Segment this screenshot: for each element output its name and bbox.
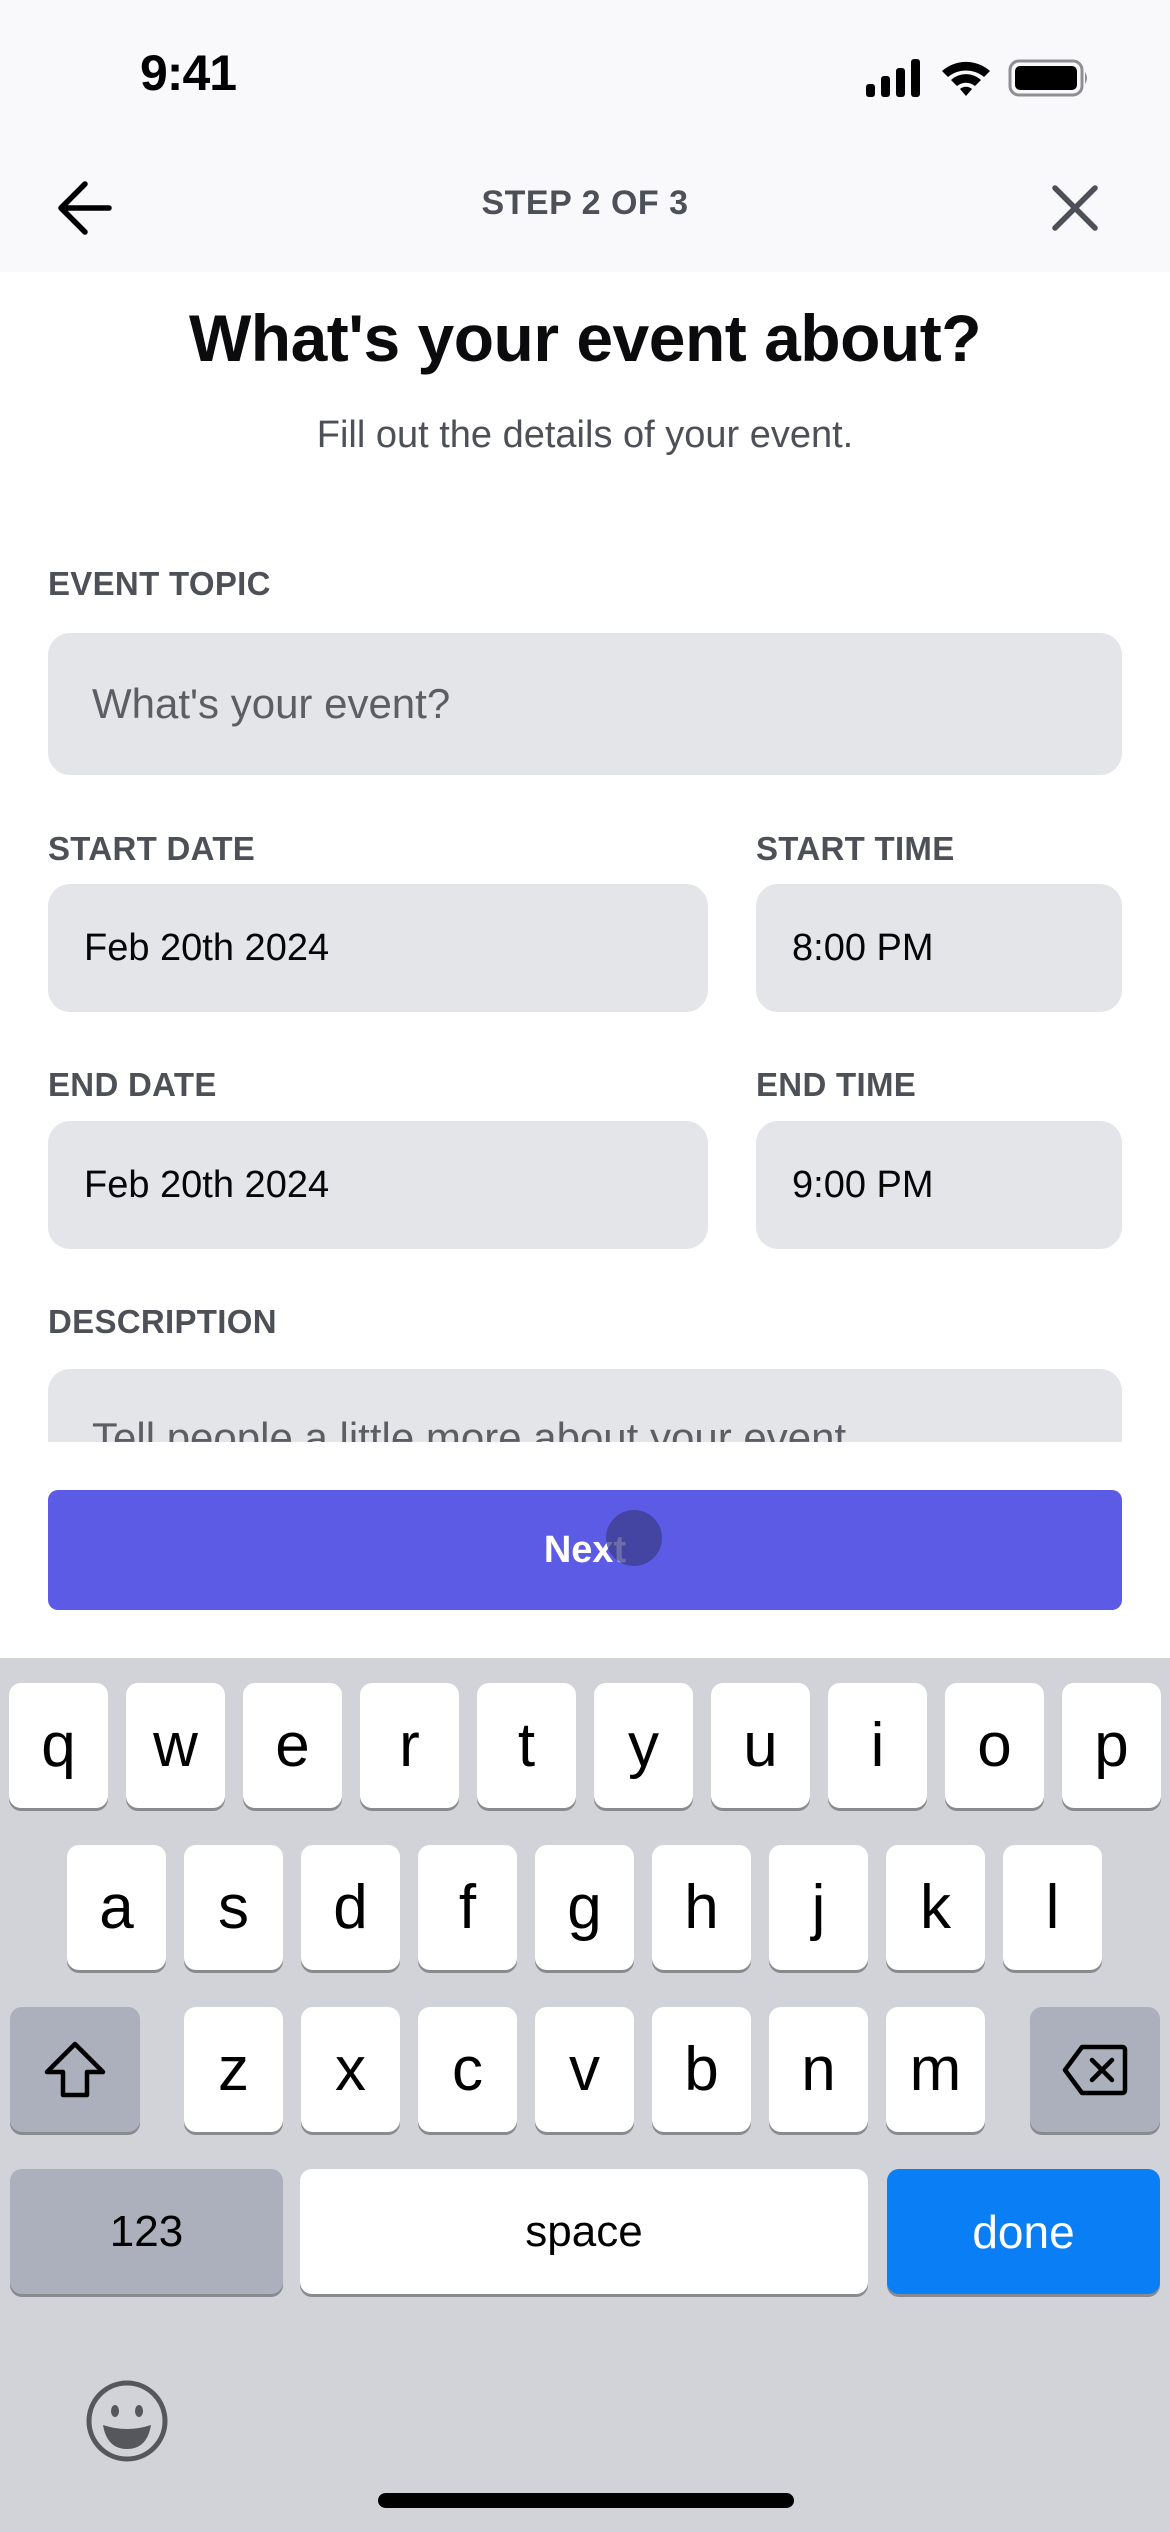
key-i[interactable]: i [828,1683,927,1808]
key-g[interactable]: g [535,1845,634,1970]
key-c[interactable]: c [418,2007,517,2132]
key-l[interactable]: l [1003,1845,1102,1970]
page-subtitle: Fill out the details of your event. [316,414,854,456]
event-topic-input[interactable]: What's your event? [48,633,1122,775]
key-j[interactable]: j [769,1845,868,1970]
page-title: What's your event about? [188,301,982,375]
event-topic-label: EVENT TOPIC [48,565,271,602]
key-k[interactable]: k [886,1845,985,1970]
key-n[interactable]: n [769,2007,868,2132]
delete-key[interactable] [1030,2007,1160,2132]
numbers-key[interactable]: 123 [10,2169,283,2294]
next-button[interactable]: Next [48,1490,1122,1610]
key-e[interactable]: e [243,1683,342,1808]
top-bar [0,0,1170,272]
key-y[interactable]: y [594,1683,693,1808]
key-b[interactable]: b [652,2007,751,2132]
backspace-icon [1062,2044,1128,2095]
key-p[interactable]: p [1062,1683,1161,1808]
key-a[interactable]: a [67,1845,166,1970]
start-time-value: 8:00 PM [792,926,934,969]
start-date-value: Feb 20th 2024 [84,926,330,969]
home-indicator [378,2493,794,2508]
key-x[interactable]: x [301,2007,400,2132]
close-icon [1052,185,1098,231]
event-topic-placeholder: What's your event? [92,680,451,727]
key-h[interactable]: h [652,1845,751,1970]
emoji-button[interactable] [74,2368,180,2474]
key-z[interactable]: z [184,2007,283,2132]
end-time-field[interactable]: 9:00 PM [756,1121,1122,1249]
battery-icon [1008,59,1087,97]
start-date-field[interactable]: Feb 20th 2024 [48,884,708,1012]
end-time-label: END TIME [756,1066,917,1103]
key-r[interactable]: r [360,1683,459,1808]
description-label: DESCRIPTION [48,1303,277,1340]
end-date-value: Feb 20th 2024 [84,1163,330,1206]
shift-key[interactable] [10,2007,140,2132]
key-o[interactable]: o [945,1683,1044,1808]
key-d[interactable]: d [301,1845,400,1970]
end-time-value: 9:00 PM [792,1163,934,1206]
emoji-icon [86,2380,168,2462]
shift-icon [44,2041,106,2097]
key-q[interactable]: q [9,1683,108,1808]
space-key[interactable]: space [300,2169,868,2294]
status-icons [864,56,1090,100]
wifi-icon [942,61,990,96]
key-m[interactable]: m [886,2007,985,2132]
key-f[interactable]: f [418,1845,517,1970]
close-button[interactable] [1040,176,1110,240]
start-date-label: START DATE [48,830,256,867]
start-time-field[interactable]: 8:00 PM [756,884,1122,1012]
key-v[interactable]: v [535,2007,634,2132]
done-key[interactable]: done [887,2169,1160,2294]
key-u[interactable]: u [711,1683,810,1808]
description-placeholder: Tell people a little more about your eve… [92,1414,858,1442]
end-date-label: END DATE [48,1066,217,1103]
description-input[interactable]: Tell people a little more about your eve… [48,1369,1122,1442]
key-s[interactable]: s [184,1845,283,1970]
start-time-label: START TIME [756,830,955,867]
cellular-signal-icon [866,59,920,97]
key-w[interactable]: w [126,1683,225,1808]
key-t[interactable]: t [477,1683,576,1808]
end-date-field[interactable]: Feb 20th 2024 [48,1121,708,1249]
touch-indicator [606,1510,662,1566]
step-indicator: STEP 2 OF 3 [481,184,689,222]
status-time: 9:41 [140,45,237,101]
